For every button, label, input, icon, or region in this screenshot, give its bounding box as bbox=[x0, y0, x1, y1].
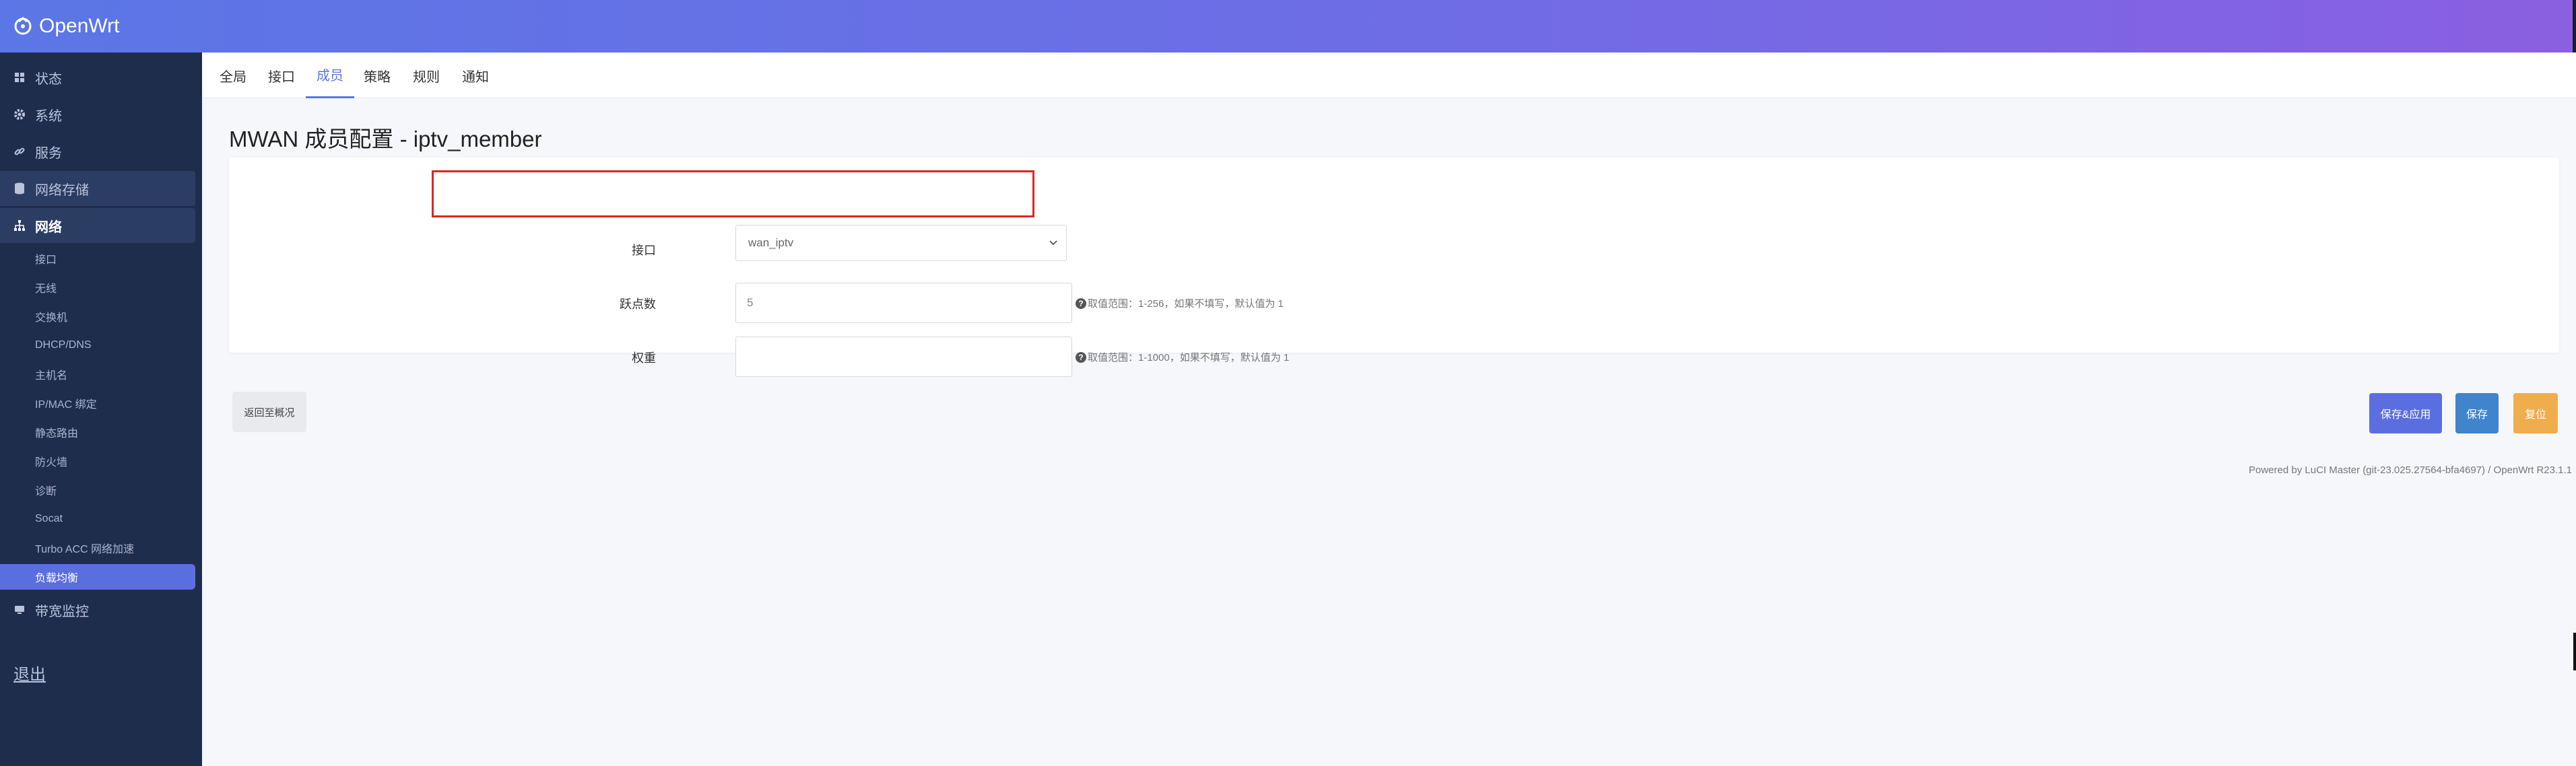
help-icon: ? bbox=[1076, 298, 1086, 309]
sidebar-sub-wireless[interactable]: 无线 bbox=[0, 275, 195, 300]
tab-policies[interactable]: 策略 bbox=[364, 53, 391, 98]
top-header: OpenWrt bbox=[0, 0, 2576, 53]
metric-input[interactable] bbox=[735, 283, 1072, 323]
member-config-form: 接口 wan_iptv 跃点数 ? 取值范围：1-256，如果不填写，默认值为 … bbox=[229, 158, 2559, 377]
sidebar-sub-interfaces[interactable]: 接口 bbox=[0, 246, 195, 271]
weight-hint-text: 取值范围：1-1000，如果不填写，默认值为 1 bbox=[1088, 352, 1290, 363]
sidebar-item-label: 系统 bbox=[35, 108, 62, 124]
sidebar-item-nas[interactable]: 网络存储 bbox=[0, 171, 195, 206]
sidebar-sub-load-balancing[interactable]: 负载均衡 bbox=[0, 564, 195, 590]
weight-hint: ? 取值范围：1-1000，如果不填写，默认值为 1 bbox=[1076, 350, 1289, 364]
monitor-icon bbox=[13, 604, 26, 616]
dashboard-icon bbox=[13, 71, 26, 83]
sidebar-item-label: 带宽监控 bbox=[35, 604, 89, 619]
sidebar-sub-dhcp-dns[interactable]: DHCP/DNS bbox=[0, 333, 195, 358]
sidebar-sub-turbo-acc[interactable]: Turbo ACC 网络加速 bbox=[0, 535, 195, 561]
sidebar-sub-switch[interactable]: 交换机 bbox=[0, 304, 195, 329]
sidebar-item-services[interactable]: 服务 bbox=[0, 134, 195, 169]
sidebar: 状态 系统 服务 网络存储 网络 接口 无线 交换机 DHCP/DNS 主机名 … bbox=[0, 53, 202, 766]
sidebar-sub-firewall[interactable]: 防火墙 bbox=[0, 448, 195, 474]
reset-button[interactable]: 复位 bbox=[2513, 393, 2558, 433]
help-icon: ? bbox=[1076, 351, 1086, 363]
network-icon bbox=[13, 219, 26, 232]
save-button[interactable]: 保存 bbox=[2455, 393, 2499, 433]
interface-select[interactable]: wan_iptv bbox=[735, 225, 1067, 261]
gear-icon bbox=[13, 108, 26, 120]
sidebar-item-network[interactable]: 网络 bbox=[0, 208, 195, 243]
chevron-down-icon bbox=[1049, 240, 1057, 246]
sidebar-item-label: 服务 bbox=[35, 145, 62, 161]
sidebar-sub-static-routes[interactable]: 静态路由 bbox=[0, 419, 195, 445]
header-edge bbox=[2573, 0, 2576, 53]
sidebar-item-status[interactable]: 状态 bbox=[0, 60, 195, 95]
page-title: MWAN 成员配置 - iptv_member bbox=[229, 127, 542, 151]
scrollbar-marker bbox=[2573, 633, 2576, 670]
metric-hint: ? 取值范围：1-256，如果不填写，默认值为 1 bbox=[1076, 296, 1284, 310]
tab-interfaces[interactable]: 接口 bbox=[268, 53, 295, 98]
weight-label: 权重 bbox=[632, 351, 656, 365]
sidebar-sub-diagnostics[interactable]: 诊断 bbox=[0, 477, 195, 503]
link-icon bbox=[13, 145, 26, 158]
tab-bar: 全局 接口 成员 策略 规则 通知 bbox=[202, 53, 2576, 98]
sidebar-item-label: 状态 bbox=[35, 71, 62, 87]
storage-icon bbox=[13, 182, 26, 195]
tab-members[interactable]: 成员 bbox=[306, 53, 354, 98]
metric-hint-text: 取值范围：1-256，如果不填写，默认值为 1 bbox=[1088, 298, 1284, 310]
metric-label: 跃点数 bbox=[620, 298, 656, 311]
sidebar-item-label: 网络 bbox=[35, 219, 62, 235]
openwrt-logo-icon bbox=[14, 17, 32, 35]
weight-input[interactable] bbox=[735, 337, 1072, 377]
tab-global[interactable]: 全局 bbox=[220, 53, 246, 98]
save-apply-button[interactable]: 保存&应用 bbox=[2369, 393, 2442, 433]
interface-label: 接口 bbox=[632, 244, 656, 257]
brand[interactable]: OpenWrt bbox=[12, 12, 120, 40]
sidebar-sub-hostnames[interactable]: 主机名 bbox=[0, 361, 195, 387]
footer-powered-by: Powered by LuCI Master (git-23.025.27564… bbox=[2249, 464, 2572, 476]
interface-select-value: wan_iptv bbox=[748, 236, 794, 249]
sidebar-sub-socat[interactable]: Socat bbox=[0, 506, 195, 532]
main-content: 全局 接口 成员 策略 规则 通知 MWAN 成员配置 - iptv_membe… bbox=[202, 53, 2576, 766]
sidebar-item-system[interactable]: 系统 bbox=[0, 97, 195, 132]
brand-name: OpenWrt bbox=[39, 15, 120, 37]
sidebar-item-bandwidth[interactable]: 带宽监控 bbox=[0, 592, 195, 627]
tab-notify[interactable]: 通知 bbox=[462, 53, 489, 98]
tab-rules[interactable]: 规则 bbox=[413, 53, 440, 98]
sidebar-sub-ip-mac-bind[interactable]: IP/MAC 绑定 bbox=[0, 390, 195, 416]
back-to-overview-button[interactable]: 返回至概况 bbox=[232, 392, 306, 432]
logout-link[interactable]: 退出 bbox=[13, 661, 46, 685]
sidebar-item-label: 网络存储 bbox=[35, 182, 89, 198]
